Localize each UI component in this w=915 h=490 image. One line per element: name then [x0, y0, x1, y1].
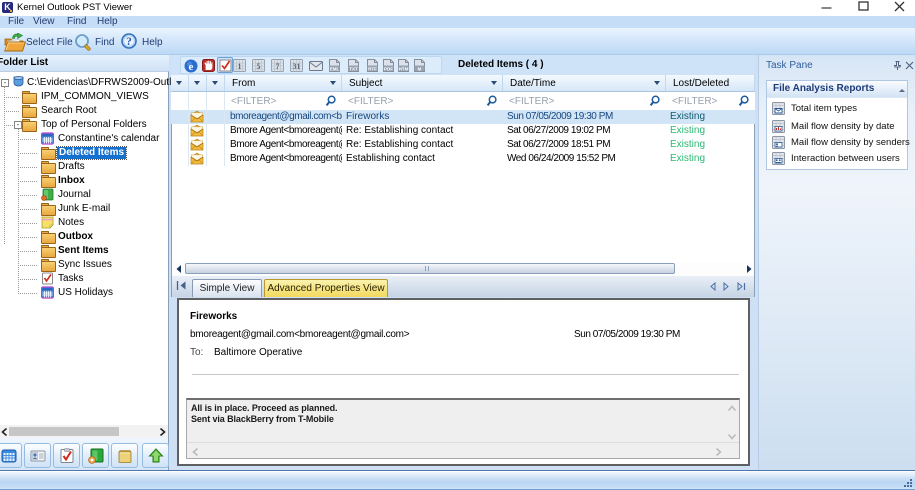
- svg-text:31: 31: [293, 62, 301, 71]
- svg-text:HTM: HTM: [399, 67, 409, 72]
- svg-text:?: ?: [126, 36, 132, 48]
- svg-text:7: 7: [276, 62, 280, 71]
- svg-text:RTF: RTF: [368, 67, 377, 72]
- svg-text:M: M: [418, 67, 422, 72]
- svg-text:PDF: PDF: [384, 67, 393, 72]
- svg-text:1: 1: [238, 62, 242, 71]
- svg-text:e: e: [189, 61, 194, 73]
- svg-text:EML: EML: [330, 67, 340, 72]
- svg-text:TXT: TXT: [349, 67, 358, 72]
- svg-text:5: 5: [257, 62, 261, 71]
